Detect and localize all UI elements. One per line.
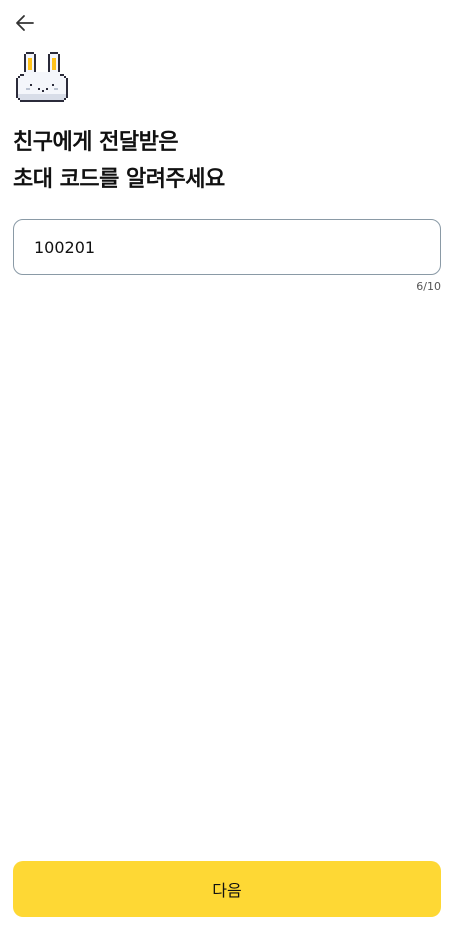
- back-button[interactable]: [12, 10, 38, 36]
- arrow-left-icon: [16, 15, 34, 31]
- character-counter: 6/10: [416, 280, 441, 293]
- title-line-1: 친구에게 전달받은: [13, 130, 179, 155]
- title-line-2: 초대 코드를 알려주세요: [13, 167, 225, 192]
- page-title: 친구에게 전달받은 초대 코드를 알려주세요: [13, 124, 225, 198]
- next-button[interactable]: 다음: [13, 861, 441, 917]
- invite-code-screen: 친구에게 전달받은 초대 코드를 알려주세요 6/10 다음: [0, 0, 455, 926]
- mascot-bunny-icon: [12, 50, 74, 106]
- invite-code-field[interactable]: [13, 219, 441, 275]
- invite-code-input[interactable]: [34, 237, 420, 257]
